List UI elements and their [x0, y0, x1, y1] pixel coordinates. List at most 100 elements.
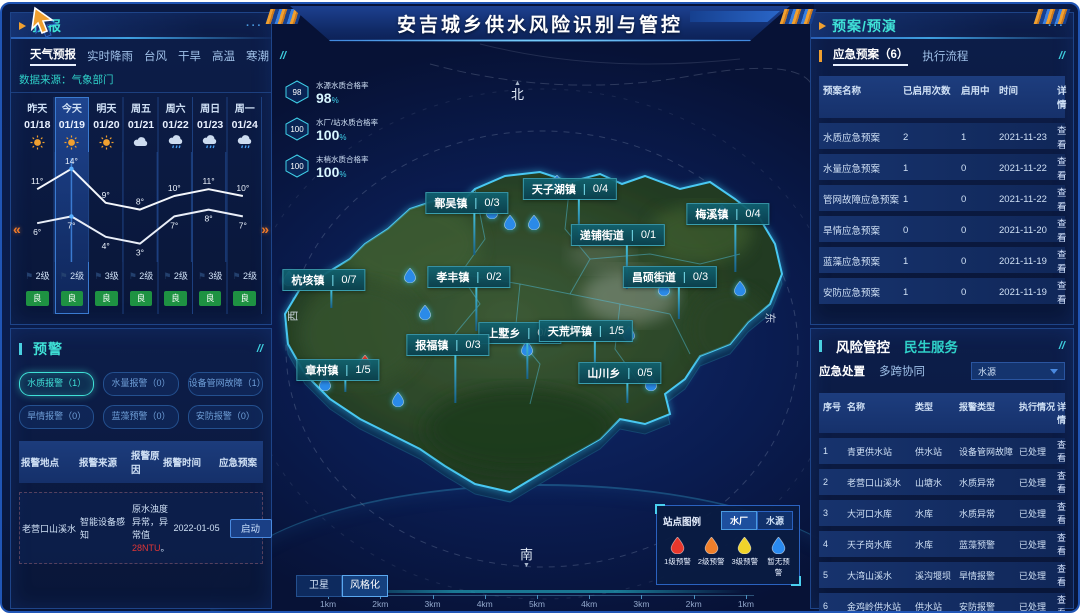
warning-filter-4[interactable]: 蓝藻预警（0）	[103, 405, 178, 429]
drop-icon	[663, 537, 692, 556]
weather-day-names: 昨天今天明天周五周六周日周一	[20, 97, 262, 116]
risk-name: 天子岗水库	[847, 538, 915, 551]
tab-weather-1[interactable]: 实时降雨	[87, 48, 133, 64]
town-marker[interactable]: 章村镇1/5	[296, 359, 379, 381]
weather-rain-icon	[193, 133, 228, 152]
station-pin-icon[interactable]	[734, 281, 747, 301]
risk-alarm-type: 水质异常	[959, 476, 1019, 489]
next-arrow[interactable]: »	[261, 221, 269, 237]
stat-unit: %	[332, 96, 339, 105]
warning-filter-0[interactable]: 水质报警（1）	[19, 372, 94, 396]
town-marker[interactable]: 杭垓镇0/7	[282, 269, 365, 291]
warning-col-header: 报警来源	[79, 455, 131, 469]
town-divider	[600, 326, 601, 337]
warning-filter-5[interactable]: 安防报警（0）	[188, 405, 263, 429]
more-menu-icon[interactable]: ···	[1048, 20, 1065, 32]
map-canvas[interactable]: ▲ 北 南 ▼ 西 东 98水源水质合格率98%100水厂/站水质合格率100%…	[270, 4, 814, 611]
air-quality-badge: 良	[55, 284, 90, 314]
warning-filter-2[interactable]: 设备管网故障（1）	[188, 372, 263, 396]
town-marker[interactable]: 鄣吴镇0/3	[425, 192, 508, 214]
tab-plans-1[interactable]: 执行流程	[922, 48, 968, 64]
air-quality-badge: 良	[193, 284, 228, 314]
town-marker[interactable]: 梅溪镇0/4	[686, 203, 769, 225]
source-type-dropdown[interactable]: 水源	[971, 362, 1065, 380]
plans-tab-row: 应急预案（6）执行流程 //	[811, 39, 1073, 70]
map-mode-1[interactable]: 风格化	[342, 575, 388, 597]
town-marker[interactable]: 递铺街道0/1	[571, 224, 665, 246]
wind-level: ⚑ 2级	[55, 267, 90, 284]
station-pin-icon[interactable]	[404, 268, 417, 288]
water-quality-stat: 100水厂/站水质合格率100%	[284, 117, 378, 146]
warning-filter-3[interactable]: 旱情报警（0）	[19, 405, 94, 429]
table-row: 2老营口山溪水山塘水水质异常已处理查看	[819, 469, 1065, 495]
view-detail-link[interactable]: 查看	[1057, 247, 1067, 275]
table-row: 水量应急预案102021-11-22查看	[819, 154, 1065, 180]
legend-tab-1[interactable]: 水源	[757, 511, 793, 530]
view-detail-link[interactable]: 查看	[1057, 469, 1066, 495]
view-detail-link[interactable]: 查看	[1057, 185, 1067, 213]
compass-west: 西	[287, 311, 299, 322]
town-marker[interactable]: 山川乡0/5	[578, 362, 661, 384]
view-detail-link[interactable]: 查看	[1057, 593, 1066, 613]
station-pin-icon[interactable]	[528, 215, 541, 235]
weather-date[interactable]: 01/21	[124, 116, 159, 133]
legend-item: 3级预警	[730, 537, 759, 578]
table-row: 旱情应急预案002021-11-20查看	[819, 216, 1065, 242]
risk-alarm-type: 水质异常	[959, 507, 1019, 520]
subtab-risk-0[interactable]: 应急处置	[819, 363, 865, 379]
view-detail-link[interactable]: 查看	[1057, 531, 1066, 557]
weather-date[interactable]: 01/23	[193, 116, 228, 133]
plan-name: 水量应急预案	[823, 161, 903, 175]
view-detail-link[interactable]: 查看	[1057, 216, 1067, 244]
town-marker[interactable]: 报福镇0/3	[406, 334, 489, 356]
start-plan-button[interactable]: 启动	[230, 519, 272, 538]
plan-name: 水质应急预案	[823, 130, 903, 144]
weather-date[interactable]: 01/22	[158, 116, 193, 133]
tab-weather-4[interactable]: 高温	[212, 48, 235, 64]
station-pin-icon[interactable]	[392, 392, 405, 412]
table-row: 安防应急预案102021-11-19查看	[819, 278, 1065, 304]
view-detail-link[interactable]: 查看	[1057, 562, 1066, 588]
tab-weather-5[interactable]: 寒潮	[246, 48, 269, 64]
view-detail-link[interactable]: 查看	[1057, 500, 1066, 526]
weather-icons	[20, 133, 262, 152]
weather-date[interactable]: 01/18	[20, 116, 55, 133]
tab-weather-2[interactable]: 台风	[144, 48, 167, 64]
tab-weather-3[interactable]: 干旱	[178, 48, 201, 64]
panel-bullet-icon	[819, 22, 826, 30]
tab-risk-0[interactable]: 风险管控	[836, 336, 890, 356]
plans-col-header: 启用中	[961, 83, 999, 111]
tab-plans-0[interactable]: 应急预案（6）	[833, 46, 908, 66]
station-pin-icon[interactable]	[504, 215, 517, 235]
map-mode-0[interactable]: 卫星	[296, 575, 342, 597]
view-detail-link[interactable]: 查看	[1057, 438, 1066, 464]
svg-text:7°: 7°	[239, 220, 247, 230]
tab-weather-0[interactable]: 天气预报	[30, 46, 76, 66]
table-row: 蓝藻应急预案102021-11-19查看	[819, 247, 1065, 273]
tab-risk-1[interactable]: 民生服务	[904, 336, 958, 356]
weather-date[interactable]: 01/20	[89, 116, 124, 133]
risk-no: 3	[823, 508, 847, 518]
subtab-risk-1[interactable]: 多跨协同	[879, 363, 925, 379]
risk-alarm-type: 设备管网故障	[959, 445, 1019, 458]
view-detail-link[interactable]: 查看	[1057, 154, 1067, 182]
warning-filter-1[interactable]: 水量报警（0）	[103, 372, 178, 396]
view-detail-link[interactable]: 查看	[1057, 278, 1067, 306]
prev-arrow[interactable]: «	[13, 221, 21, 237]
town-marker[interactable]: 天荒坪镇1/5	[539, 320, 633, 342]
town-divider	[475, 198, 476, 209]
town-marker[interactable]: 孝丰镇0/2	[427, 266, 510, 288]
view-detail-link[interactable]: 查看	[1057, 123, 1067, 151]
legend-tab-0[interactable]: 水厂	[721, 511, 757, 530]
station-pin-icon[interactable]	[419, 305, 432, 325]
legend-box: 站点图例 水厂水源 1级预警2级预警3级预警暂无预警	[656, 505, 800, 585]
forecast-tab-row: 天气预报实时降雨台风干旱高温寒潮 //	[11, 39, 271, 70]
town-marker[interactable]: 天子湖镇0/4	[523, 178, 617, 200]
plans-col-header: 时间	[999, 83, 1057, 111]
town-marker[interactable]: 昌硕街道0/3	[623, 266, 717, 288]
risk-no: 2	[823, 477, 847, 487]
weather-dates[interactable]: 01/1801/1901/2001/2101/2201/2301/24	[20, 116, 262, 133]
more-menu-icon[interactable]: ···	[246, 20, 263, 32]
weather-date[interactable]: 01/19	[55, 116, 90, 133]
weather-date[interactable]: 01/24	[227, 116, 262, 133]
